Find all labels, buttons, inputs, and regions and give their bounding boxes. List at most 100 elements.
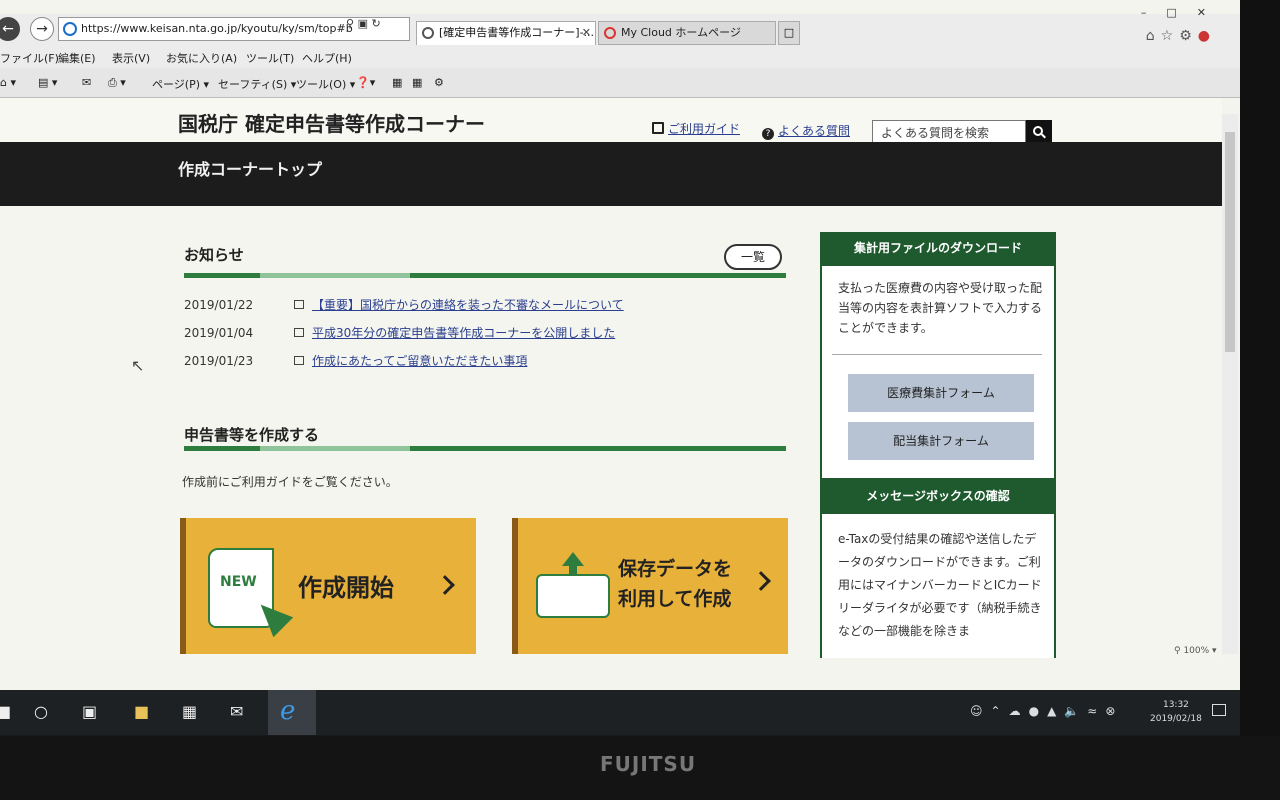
- address-actions: ⚲ ▣ ↻: [346, 17, 381, 30]
- guide-link[interactable]: ご利用ガイド: [652, 120, 740, 137]
- news-item: 2019/01/22 【重要】国税庁からの連絡を装った不審なメールについて: [184, 296, 624, 313]
- page-menu[interactable]: ページ(P) ▾: [152, 76, 209, 92]
- download-box: 支払った医療費の内容や受け取った配当等の内容を表計算ソフトで入力することができま…: [820, 264, 1056, 480]
- smiley-icon[interactable]: ●: [1198, 28, 1216, 44]
- notification-icon[interactable]: [1212, 704, 1226, 716]
- start-new-button[interactable]: NEW 作成開始: [180, 518, 476, 654]
- mail-icon[interactable]: ✉: [230, 702, 243, 721]
- forward-button[interactable]: →: [30, 17, 54, 41]
- question-icon: ?: [762, 128, 774, 140]
- settings-cmd-icon[interactable]: ⚙: [434, 76, 444, 89]
- menu-favorites[interactable]: お気に入り(A): [166, 50, 237, 66]
- news-rule: [184, 273, 786, 278]
- onedrive-icon[interactable]: ☁: [1009, 704, 1029, 718]
- tab-kakutei[interactable]: [確定申告書等作成コーナー]-... ✕: [416, 21, 596, 45]
- store-icon[interactable]: ▦: [182, 702, 197, 721]
- site-title[interactable]: 国税庁 確定申告書等作成コーナー: [178, 108, 485, 137]
- clock-date: 2019/02/18: [1150, 714, 1202, 724]
- message-box: e-Taxの受付結果の確認や送信したデータのダウンロードができます。ご利用にはマ…: [820, 512, 1056, 658]
- command-bar: ⌂ ▾ ▤ ▾ ✉ ⎙ ▾ ページ(P) ▾ セーフティ(S) ▾ ツール(O)…: [0, 68, 1240, 98]
- menu-edit[interactable]: 編集(E): [58, 50, 96, 66]
- new-badge: NEW: [220, 574, 257, 590]
- menu-help[interactable]: ヘルプ(H): [302, 50, 352, 66]
- window-controls[interactable]: –□✕: [1141, 6, 1226, 19]
- address-url: https://www.keisan.nta.go.jp/kyoutu/ky/s…: [81, 22, 353, 35]
- start-icon[interactable]: ■: [0, 702, 11, 721]
- new-tab-button[interactable]: □: [778, 21, 800, 45]
- feeds-icon[interactable]: ▤ ▾: [38, 76, 57, 89]
- site-header: 国税庁 確定申告書等作成コーナー ご利用ガイド ? よくある質問 よくある質問を検…: [0, 98, 1222, 146]
- web-page: 国税庁 確定申告書等作成コーナー ご利用ガイド ? よくある質問 よくある質問を検…: [0, 98, 1222, 658]
- help-icon[interactable]: ❓▾: [356, 76, 375, 89]
- tab-mycloud[interactable]: My Cloud ホームページ: [598, 21, 776, 45]
- news-title: お知らせ: [184, 246, 244, 264]
- medical-form-button[interactable]: 医療費集計フォーム: [848, 374, 1034, 412]
- search-icon[interactable]: ⚲: [346, 17, 354, 30]
- chevron-up-icon[interactable]: ⌃: [991, 704, 1009, 718]
- divider: [832, 354, 1042, 355]
- menu-tools[interactable]: ツール(T): [246, 50, 294, 66]
- saved-label-line2: 利用して作成: [618, 588, 732, 610]
- news-date: 2019/01/22: [184, 298, 254, 312]
- menu-view[interactable]: 表示(V): [112, 50, 150, 66]
- lock-icon[interactable]: ▣: [358, 17, 368, 30]
- news-item: 2019/01/23 作成にあたってご留意いただきたい事項: [184, 352, 527, 369]
- news-item: 2019/01/04 平成30年分の確定申告書等作成コーナーを公開しました: [184, 324, 615, 341]
- sidebar: 集計用ファイルのダウンロード 支払った医療費の内容や受け取った配当等の内容を表計…: [820, 232, 1060, 658]
- create-note: 作成前にご利用ガイドをご覧ください。: [182, 475, 398, 489]
- zoom-value: 100%: [1183, 646, 1210, 656]
- create-title: 申告書等を作成する: [184, 426, 320, 444]
- monitor-brand-logo: FUJITSU: [600, 752, 697, 776]
- ie-tab-icon: [422, 27, 434, 39]
- saved-label-line1: 保存データを: [618, 558, 733, 580]
- file-explorer-icon[interactable]: ■: [134, 702, 149, 721]
- list-all-button[interactable]: 一覧: [724, 244, 782, 270]
- window-icon: [294, 328, 304, 337]
- research-icon[interactable]: ▦: [392, 76, 402, 89]
- cortana-icon[interactable]: ○: [34, 702, 48, 721]
- download-heading: 集計用ファイルのダウンロード: [820, 232, 1056, 264]
- people-icon[interactable]: ☺: [970, 704, 991, 718]
- zoom-level[interactable]: ⚲ 100% ▾: [1174, 646, 1217, 656]
- dividend-form-button[interactable]: 配当集計フォーム: [848, 422, 1034, 460]
- safety-menu[interactable]: セーフティ(S) ▾: [218, 76, 296, 92]
- news-link[interactable]: 平成30年分の確定申告書等作成コーナーを公開しました: [312, 326, 615, 340]
- tab-label: [確定申告書等作成コーナー]-...: [439, 26, 595, 39]
- scroll-thumb[interactable]: [1225, 132, 1235, 352]
- status-icon[interactable]: ⊗: [1105, 704, 1123, 718]
- tools-menu[interactable]: ツール(O) ▾: [296, 76, 355, 92]
- ie-page-icon: [63, 22, 77, 36]
- translate-icon[interactable]: ▦: [412, 76, 422, 89]
- browser-right-icons: ⌂☆⚙●: [1146, 28, 1216, 44]
- print-icon[interactable]: ⎙ ▾: [108, 76, 126, 90]
- use-saved-data-button[interactable]: 保存データを 利用して作成: [512, 518, 788, 654]
- volume-icon[interactable]: 🔈: [1064, 704, 1087, 718]
- gear-icon[interactable]: ⚙: [1179, 28, 1198, 44]
- home-cmd-icon[interactable]: ⌂ ▾: [0, 76, 16, 89]
- back-button[interactable]: ←: [0, 17, 20, 41]
- faq-link[interactable]: ? よくある質問: [762, 122, 850, 140]
- window-icon: [294, 356, 304, 365]
- monitor-bezel-right: [1240, 0, 1280, 800]
- refresh-icon[interactable]: ↻: [371, 17, 380, 30]
- home-icon[interactable]: ⌂: [1146, 28, 1161, 44]
- wifi-icon[interactable]: ≈: [1087, 704, 1105, 718]
- news-link[interactable]: 【重要】国税庁からの連絡を装った不審なメールについて: [312, 298, 624, 312]
- network-icon[interactable]: ▲: [1047, 704, 1064, 718]
- tab-label: My Cloud ホームページ: [621, 26, 741, 39]
- folder-icon: [536, 574, 610, 618]
- menu-bar: ファイル(F) 編集(E) 表示(V) お気に入り(A) ツール(T) ヘルプ(…: [0, 46, 1240, 68]
- star-icon[interactable]: ☆: [1161, 28, 1180, 44]
- clock[interactable]: 13:32 2019/02/18: [1150, 698, 1202, 726]
- app-tray-icon[interactable]: ●: [1029, 704, 1047, 718]
- mail-cmd-icon[interactable]: ✉: [82, 76, 91, 89]
- breadcrumb[interactable]: 作成コーナートップ: [178, 156, 322, 180]
- book-icon: [652, 122, 664, 134]
- close-icon[interactable]: ✕: [582, 22, 591, 44]
- news-link[interactable]: 作成にあたってご留意いただきたい事項: [312, 354, 527, 368]
- vertical-scrollbar[interactable]: [1222, 114, 1238, 654]
- internet-explorer-taskbar-button[interactable]: e: [268, 690, 316, 735]
- task-view-icon[interactable]: ▣: [82, 702, 97, 721]
- menu-file[interactable]: ファイル(F): [0, 50, 59, 66]
- chevron-right-icon: [435, 575, 455, 595]
